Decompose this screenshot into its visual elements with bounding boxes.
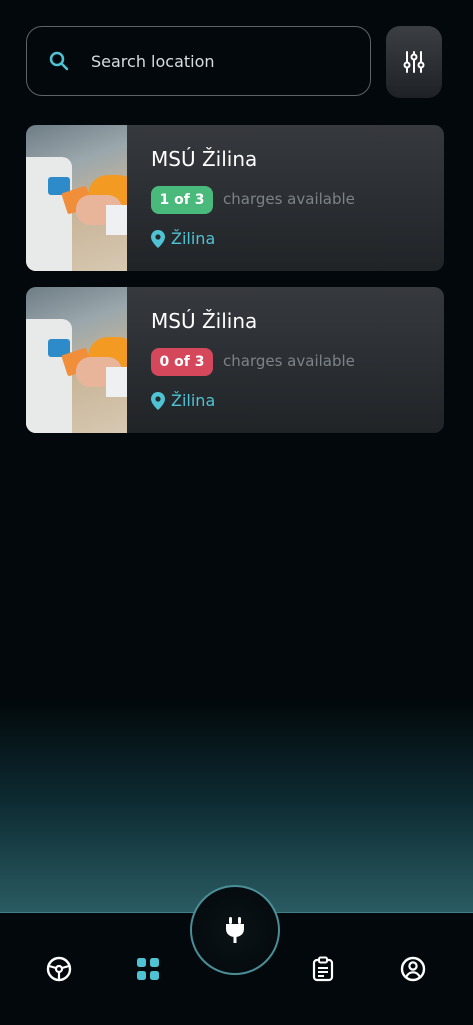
location-label: Žilina bbox=[171, 391, 216, 410]
profile-icon bbox=[400, 956, 426, 982]
grid-icon bbox=[137, 958, 159, 980]
charges-label: charges available bbox=[223, 190, 355, 208]
charges-label: charges available bbox=[223, 352, 355, 370]
station-card[interactable]: MSÚ Žilina 1 of 3 charges available Žili… bbox=[26, 125, 444, 271]
nav-profile[interactable] bbox=[399, 955, 427, 983]
station-location: Žilina bbox=[151, 391, 215, 410]
steering-wheel-icon bbox=[46, 956, 72, 982]
search-input[interactable] bbox=[89, 50, 333, 72]
station-name: MSÚ Žilina bbox=[151, 309, 258, 333]
filter-button[interactable] bbox=[386, 26, 442, 98]
charge-button[interactable] bbox=[190, 885, 280, 975]
plug-icon bbox=[226, 917, 244, 943]
nav-steering[interactable] bbox=[45, 955, 73, 983]
location-pin-icon bbox=[151, 391, 165, 410]
location-label: Žilina bbox=[171, 229, 216, 248]
station-location: Žilina bbox=[151, 229, 215, 248]
nav-grid[interactable] bbox=[134, 955, 162, 983]
station-image bbox=[26, 125, 127, 271]
sliders-icon bbox=[403, 51, 425, 73]
availability-badge: 1 of 3 bbox=[151, 186, 213, 214]
nav-history[interactable] bbox=[309, 955, 337, 983]
station-image bbox=[26, 287, 127, 433]
clipboard-icon bbox=[312, 956, 334, 982]
search-icon bbox=[49, 51, 69, 71]
location-pin-icon bbox=[151, 229, 165, 248]
station-card[interactable]: MSÚ Žilina 0 of 3 charges available Žili… bbox=[26, 287, 444, 433]
search-bar[interactable] bbox=[26, 26, 371, 96]
station-name: MSÚ Žilina bbox=[151, 147, 258, 171]
availability-badge: 0 of 3 bbox=[151, 348, 213, 376]
